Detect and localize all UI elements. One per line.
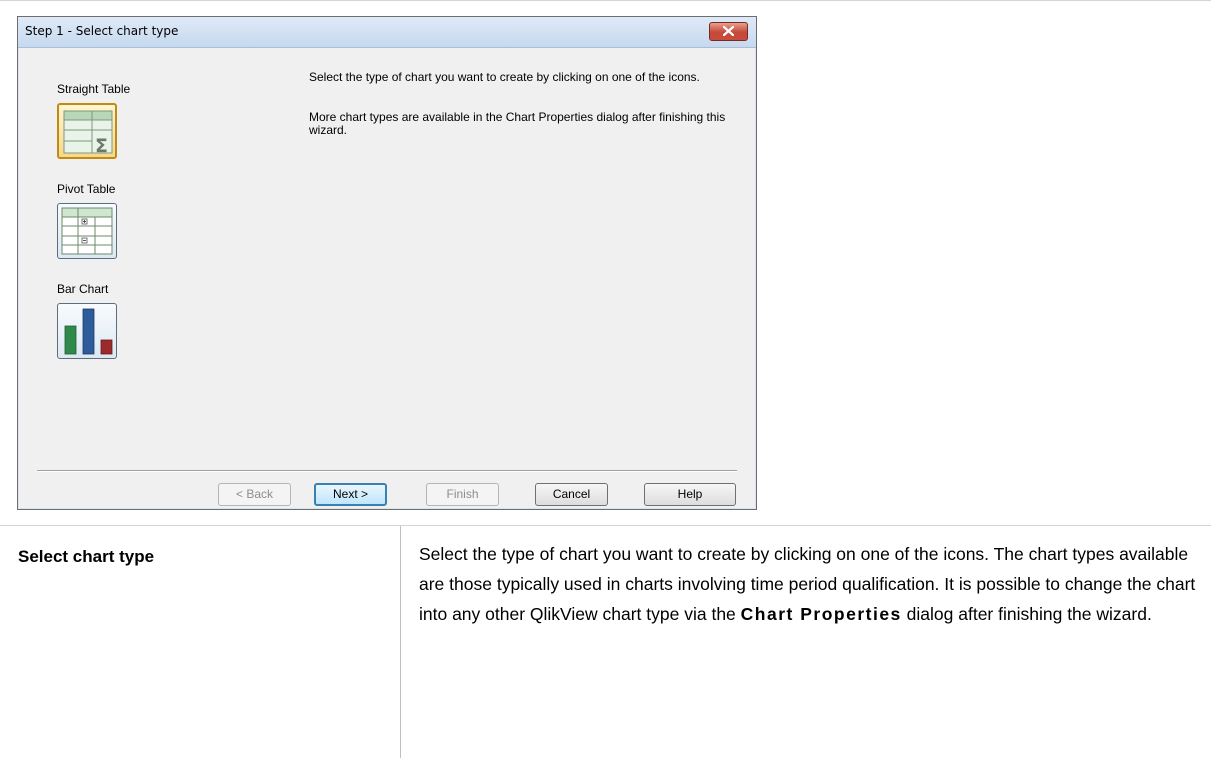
table-term: Select chart type [18,547,155,566]
close-button[interactable] [709,22,748,41]
finish-button[interactable]: Finish [426,483,499,506]
bar-chart-label: Bar Chart [57,282,109,296]
straight-table-option[interactable]: Σ [57,103,117,159]
wizard-description-2: More chart types are available in the Ch… [309,110,726,137]
pivot-table-icon [61,207,113,255]
svg-text:Σ: Σ [95,135,108,157]
dialog-titlebar[interactable]: Step 1 - Select chart type [18,17,756,48]
table-definition: Select the type of chart you want to cre… [419,539,1199,629]
page-top-border [0,0,1211,1]
table-column-divider [400,526,401,758]
close-icon [723,26,734,36]
chart-properties-term: Chart Properties [740,604,902,624]
definition-text-end: dialog after finishing the wizard. [906,604,1152,624]
pivot-table-label: Pivot Table [57,182,116,196]
back-button[interactable]: < Back [218,483,291,506]
bar-chart-option[interactable] [57,303,117,359]
pivot-table-option[interactable] [57,203,117,259]
button-separator-highlight [37,471,737,472]
straight-table-label: Straight Table [57,82,131,96]
bar-chart-icon [64,308,113,355]
straight-table-icon: Σ [63,110,113,157]
cancel-button[interactable]: Cancel [535,483,608,506]
wizard-description-1: Select the type of chart you want to cre… [309,70,700,84]
chart-wizard-dialog: Step 1 - Select chart type Straight Tabl… [17,16,757,510]
next-button[interactable]: Next > [314,483,387,506]
dialog-title: Step 1 - Select chart type [25,24,179,38]
help-button[interactable]: Help [644,483,736,506]
